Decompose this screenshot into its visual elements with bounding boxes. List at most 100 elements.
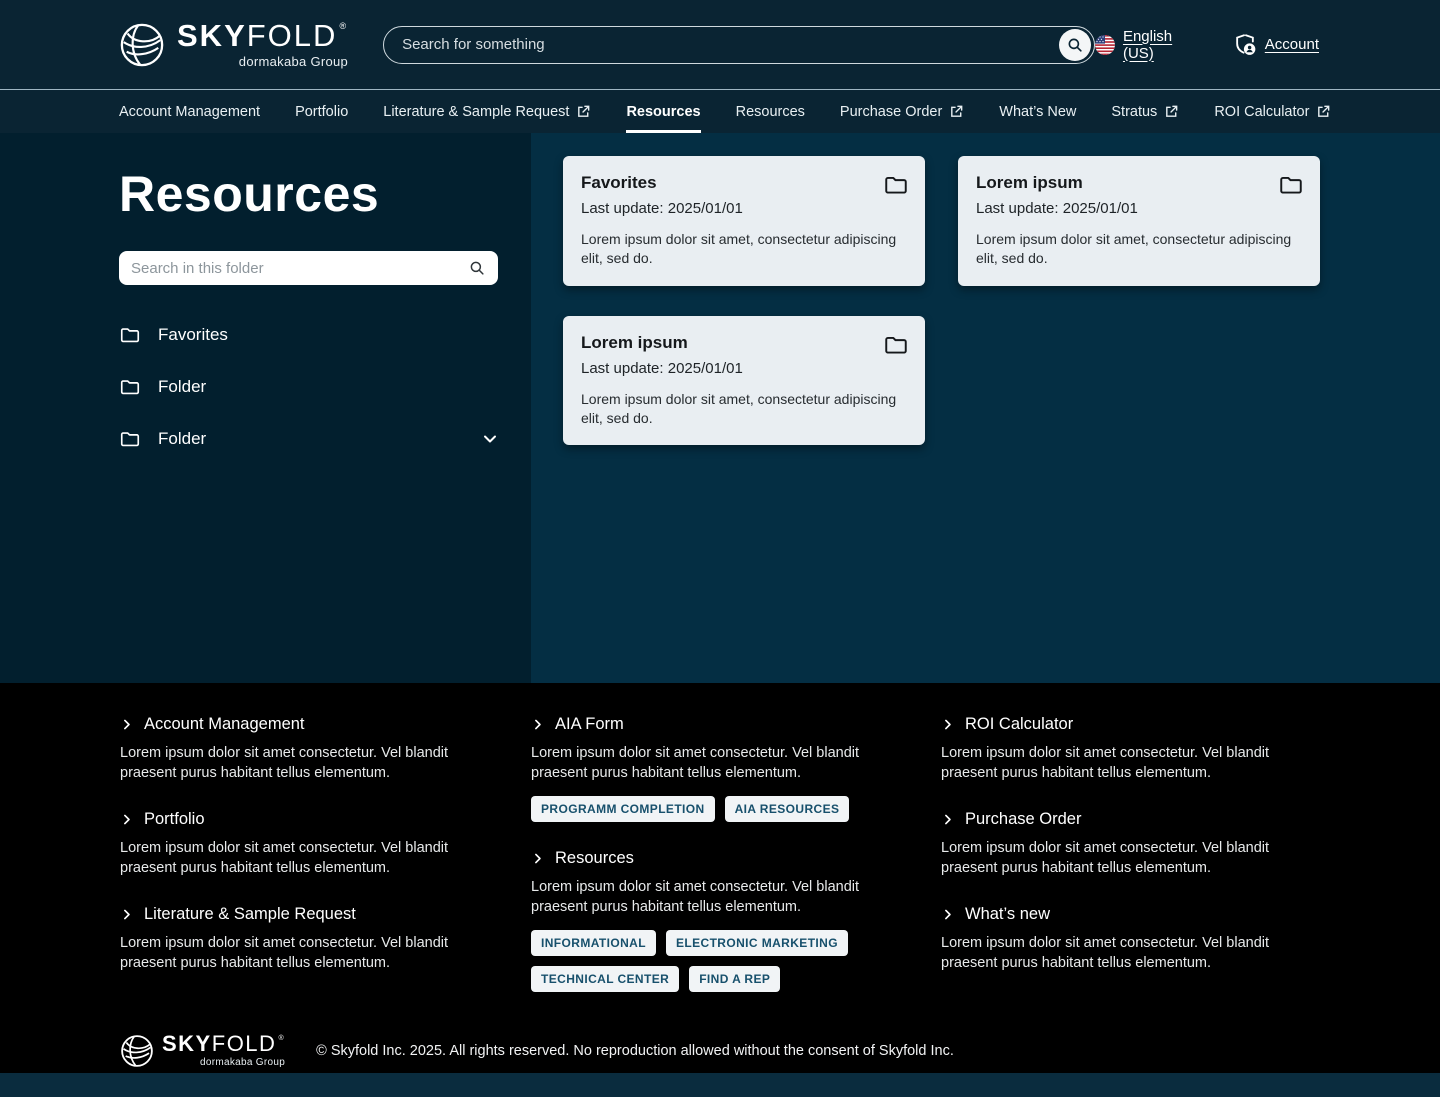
global-search-input[interactable] (402, 36, 1059, 53)
footer-section-purchase-order: Purchase Order Lorem ipsum dolor sit ame… (941, 810, 1320, 878)
footer-link-aia-form[interactable]: AIA Form (531, 715, 941, 734)
footer-link-portfolio[interactable]: Portfolio (120, 810, 531, 829)
footer-tag-group: PROGRAMM COMPLETION AIA RESOURCES (531, 796, 891, 822)
tag-find-a-rep[interactable]: FIND A REP (689, 966, 780, 992)
search-submit-button[interactable] (1059, 29, 1091, 61)
folder-icon (1278, 172, 1304, 203)
language-label: English (US) (1123, 28, 1207, 62)
external-link-icon (576, 104, 591, 119)
card-description: Lorem ipsum dolor sit amet, consectetur … (976, 230, 1302, 269)
nav-label: Portfolio (295, 104, 348, 120)
footer-link-label: Literature & Sample Request (144, 905, 356, 924)
card-description: Lorem ipsum dolor sit amet, consectetur … (581, 390, 907, 429)
registered-mark: ® (278, 1035, 285, 1042)
chevron-down-icon[interactable] (482, 431, 498, 447)
content-area: Favorites Last update: 2025/01/01 Lorem … (531, 133, 1440, 683)
footer-link-literature[interactable]: Literature & Sample Request (120, 905, 531, 924)
tag-programm-completion[interactable]: PROGRAMM COMPLETION (531, 796, 715, 822)
globe-logo-icon (120, 1034, 154, 1068)
logo-subtitle: dormakaba Group (239, 54, 348, 69)
footer-description: Lorem ipsum dolor sit amet consectetur. … (941, 743, 1289, 783)
chevron-right-icon (941, 908, 954, 921)
footer-link-account-management[interactable]: Account Management (120, 715, 531, 734)
account-link[interactable]: Account (1233, 33, 1319, 57)
search-icon (468, 259, 486, 277)
external-link-icon (1316, 104, 1331, 119)
logo-text-bold: SKY (162, 1033, 212, 1055)
tag-technical-center[interactable]: TECHNICAL CENTER (531, 966, 679, 992)
card-last-update: Last update: 2025/01/01 (976, 200, 1302, 217)
logo-text-light: FOLD (212, 1033, 277, 1055)
folder-search-bar[interactable] (119, 251, 498, 285)
footer-column-1: Account Management Lorem ipsum dolor sit… (120, 715, 531, 1019)
search-icon (1066, 36, 1084, 54)
nav-label: Purchase Order (840, 104, 942, 120)
nav-account-management[interactable]: Account Management (119, 90, 260, 133)
us-flag-icon (1095, 35, 1115, 55)
footer-section-aia-form: AIA Form Lorem ipsum dolor sit amet cons… (531, 715, 941, 822)
logo-wordmark: SKYFOLD® dormakaba Group (162, 1033, 285, 1068)
resource-card-favorites[interactable]: Favorites Last update: 2025/01/01 Lorem … (563, 156, 925, 286)
footer-link-label: ROI Calculator (965, 715, 1073, 734)
nav-label: Account Management (119, 104, 260, 120)
card-description: Lorem ipsum dolor sit amet, consectetur … (581, 230, 907, 269)
resource-card-1[interactable]: Lorem ipsum Last update: 2025/01/01 Lore… (958, 156, 1320, 286)
nav-whats-new[interactable]: What’s New (999, 90, 1076, 133)
folder-search-input[interactable] (131, 260, 468, 277)
nav-portfolio[interactable]: Portfolio (295, 90, 348, 133)
footer-link-purchase-order[interactable]: Purchase Order (941, 810, 1320, 829)
skyfold-logo[interactable]: SKYFOLD® dormakaba Group (119, 20, 348, 69)
chevron-right-icon (120, 813, 133, 826)
bottom-accent-strip (0, 1073, 1440, 1097)
card-title: Favorites (581, 173, 907, 193)
folder-item-2-expandable[interactable]: Folder (119, 413, 498, 465)
tag-aia-resources[interactable]: AIA RESOURCES (725, 796, 850, 822)
nav-resources-2[interactable]: Resources (736, 90, 805, 133)
footer-link-label: What’s new (965, 905, 1050, 924)
tag-informational[interactable]: INFORMATIONAL (531, 930, 656, 956)
nav-purchase-order[interactable]: Purchase Order (840, 90, 964, 133)
footer-link-whats-new[interactable]: What’s new (941, 905, 1320, 924)
copyright-text: © Skyfold Inc. 2025. All rights reserved… (316, 1043, 954, 1059)
folder-icon (119, 428, 141, 450)
folder-icon (119, 324, 141, 346)
footer-description: Lorem ipsum dolor sit amet consectetur. … (120, 838, 468, 878)
folder-icon (883, 172, 909, 203)
chevron-right-icon (941, 813, 954, 826)
nav-label: Stratus (1111, 104, 1157, 120)
footer-description: Lorem ipsum dolor sit amet consectetur. … (120, 743, 468, 783)
folder-item-favorites[interactable]: Favorites (119, 309, 498, 361)
footer-description: Lorem ipsum dolor sit amet consectetur. … (531, 743, 879, 783)
nav-roi-calculator[interactable]: ROI Calculator (1214, 90, 1331, 133)
resource-card-grid: Favorites Last update: 2025/01/01 Lorem … (563, 156, 1320, 445)
nav-label: ROI Calculator (1214, 104, 1309, 120)
chevron-right-icon (941, 718, 954, 731)
nav-label: Literature & Sample Request (383, 104, 569, 120)
globe-logo-icon (119, 22, 165, 68)
footer-bottom-bar: SKYFOLD® dormakaba Group © Skyfold Inc. … (120, 1033, 1320, 1068)
footer-link-label: AIA Form (555, 715, 624, 734)
chevron-right-icon (531, 718, 544, 731)
language-selector[interactable]: English (US) (1095, 28, 1207, 62)
footer-section-roi-calculator: ROI Calculator Lorem ipsum dolor sit ame… (941, 715, 1320, 783)
footer-description: Lorem ipsum dolor sit amet consectetur. … (531, 877, 879, 917)
global-search-bar[interactable] (383, 26, 1095, 64)
footer-skyfold-logo[interactable]: SKYFOLD® dormakaba Group (120, 1033, 285, 1068)
folder-item-1[interactable]: Folder (119, 361, 498, 413)
footer-link-label: Portfolio (144, 810, 205, 829)
external-link-icon (1164, 104, 1179, 119)
chevron-right-icon (531, 852, 544, 865)
resource-card-2[interactable]: Lorem ipsum Last update: 2025/01/01 Lore… (563, 316, 925, 446)
nav-resources-active[interactable]: Resources (626, 90, 700, 133)
footer-link-roi-calculator[interactable]: ROI Calculator (941, 715, 1320, 734)
footer-description: Lorem ipsum dolor sit amet consectetur. … (941, 933, 1289, 973)
chevron-right-icon (120, 718, 133, 731)
nav-literature-sample-request[interactable]: Literature & Sample Request (383, 90, 591, 133)
page-title: Resources (119, 165, 498, 223)
tag-electronic-marketing[interactable]: ELECTRONIC MARKETING (666, 930, 848, 956)
footer-link-resources[interactable]: Resources (531, 849, 941, 868)
nav-stratus[interactable]: Stratus (1111, 90, 1179, 133)
logo-text-bold: SKY (177, 20, 247, 51)
card-last-update: Last update: 2025/01/01 (581, 200, 907, 217)
footer-link-label: Purchase Order (965, 810, 1081, 829)
